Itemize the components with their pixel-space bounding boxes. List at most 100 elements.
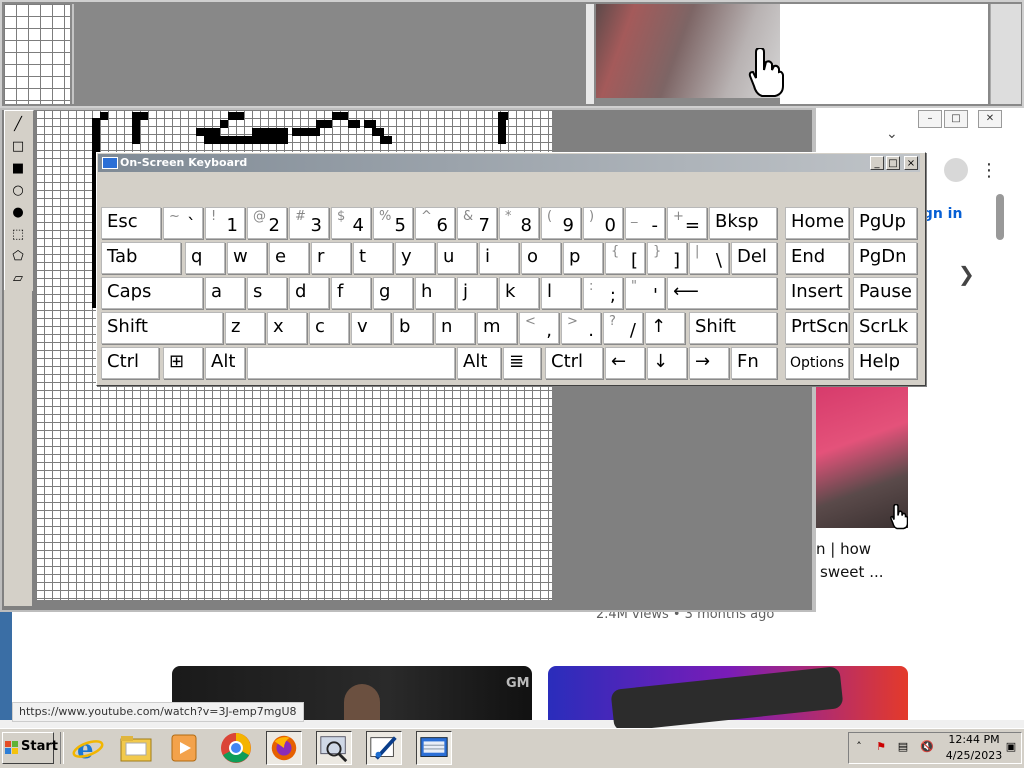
scrollbar[interactable]: [996, 194, 1004, 240]
osk-key-bksp[interactable]: Bksp: [709, 207, 777, 239]
osk-key-r[interactable]: r: [311, 242, 351, 274]
osk-key-z[interactable]: z: [225, 312, 265, 344]
osk-key-g[interactable]: g: [373, 277, 413, 309]
osk-key-8[interactable]: * 8: [499, 207, 539, 239]
minimize-icon[interactable]: –: [918, 110, 942, 128]
osk-key-symbol[interactable]: + =: [667, 207, 707, 239]
osk-key-b[interactable]: b: [393, 312, 433, 344]
osk-key-insert[interactable]: Insert: [785, 277, 849, 309]
on-screen-keyboard-icon[interactable]: [416, 731, 452, 765]
osk-key-fn[interactable]: Fn: [731, 347, 777, 379]
file-explorer-icon[interactable]: [118, 731, 154, 765]
osk-key-caps[interactable]: Caps: [101, 277, 203, 309]
clock-time[interactable]: 12:44 PM: [944, 733, 1004, 746]
osk-key-1[interactable]: ! 1: [205, 207, 245, 239]
osk-key-shift[interactable]: Shift: [689, 312, 777, 344]
osk-key-home[interactable]: Home: [785, 207, 849, 239]
internet-explorer-icon[interactable]: e: [70, 731, 106, 765]
security-alert-icon[interactable]: ⚑: [874, 740, 888, 754]
close-icon[interactable]: ✕: [978, 110, 1002, 128]
osk-key-help[interactable]: Help: [853, 347, 917, 379]
osk-key-symbol[interactable]: ⊞: [163, 347, 203, 379]
osk-key-s[interactable]: s: [247, 277, 287, 309]
magnifier-icon[interactable]: [316, 731, 352, 765]
osk-key-symbol[interactable]: ~ `: [163, 207, 203, 239]
osk-key-t[interactable]: t: [353, 242, 393, 274]
tray-expand-icon[interactable]: ˄: [852, 740, 866, 754]
osk-key-n[interactable]: n: [435, 312, 475, 344]
osk-key-symbol[interactable]: " ': [625, 277, 665, 309]
osk-key-c[interactable]: c: [309, 312, 349, 344]
osk-key-i[interactable]: i: [479, 242, 519, 274]
osk-close-button[interactable]: ×: [904, 156, 918, 170]
osk-key-e[interactable]: e: [269, 242, 309, 274]
chevron-down-icon[interactable]: ⌄: [886, 126, 898, 142]
lasso-tool-icon[interactable]: ⬠: [7, 247, 29, 267]
osk-key-symbol[interactable]: ←: [605, 347, 645, 379]
osk-key-symbol[interactable]: _ -: [625, 207, 665, 239]
osk-key-2[interactable]: @2: [247, 207, 287, 239]
osk-key-key[interactable]: [247, 347, 455, 379]
osk-key-v[interactable]: v: [351, 312, 391, 344]
osk-key-symbol[interactable]: }]: [647, 242, 687, 274]
osk-key-pgdn[interactable]: PgDn: [853, 242, 917, 274]
chrome-icon[interactable]: [218, 731, 254, 765]
osk-key-shift[interactable]: Shift: [101, 312, 223, 344]
show-desktop-icon[interactable]: ▣: [1004, 740, 1018, 754]
osk-key-u[interactable]: u: [437, 242, 477, 274]
osk-key-h[interactable]: h: [415, 277, 455, 309]
osk-key-p[interactable]: p: [563, 242, 603, 274]
osk-key-7[interactable]: & 7: [457, 207, 497, 239]
paint-icon[interactable]: [366, 731, 402, 765]
osk-key-pgup[interactable]: PgUp: [853, 207, 917, 239]
osk-key-w[interactable]: w: [227, 242, 267, 274]
maximize-icon[interactable]: □: [944, 110, 968, 128]
eraser-tool-icon[interactable]: ▱: [7, 269, 29, 289]
osk-key-3[interactable]: #3: [289, 207, 329, 239]
osk-key-o[interactable]: o: [521, 242, 561, 274]
osk-key-symbol[interactable]: →: [689, 347, 729, 379]
osk-key-prtscn[interactable]: PrtScn: [785, 312, 849, 344]
osk-key-6[interactable]: ^ 6: [415, 207, 455, 239]
osk-key-ctrl[interactable]: Ctrl: [545, 347, 603, 379]
osk-key-symbol[interactable]: ↓: [647, 347, 687, 379]
volume-muted-icon[interactable]: 🔇: [920, 740, 934, 754]
chevron-right-icon[interactable]: ❯: [958, 262, 975, 286]
osk-key-symbol[interactable]: | \: [689, 242, 729, 274]
media-player-icon[interactable]: [166, 731, 202, 765]
osk-key-f[interactable]: f: [331, 277, 371, 309]
osk-key-pause[interactable]: Pause: [853, 277, 917, 309]
clock-date[interactable]: 4/25/2023: [944, 749, 1004, 762]
osk-key-x[interactable]: x: [267, 312, 307, 344]
osk-key-esc[interactable]: Esc: [101, 207, 161, 239]
osk-key-m[interactable]: m: [477, 312, 517, 344]
osk-key-scrlk[interactable]: ScrLk: [853, 312, 917, 344]
osk-key-symbol[interactable]: >.: [561, 312, 601, 344]
osk-key-y[interactable]: y: [395, 242, 435, 274]
osk-key-a[interactable]: a: [205, 277, 245, 309]
osk-key-end[interactable]: End: [785, 242, 849, 274]
osk-key-4[interactable]: $4: [331, 207, 371, 239]
osk-key-q[interactable]: q: [185, 242, 225, 274]
select-tool-icon[interactable]: ⬚: [7, 225, 29, 245]
avatar[interactable]: [944, 158, 968, 182]
filled-ellipse-tool-icon[interactable]: ●: [7, 203, 29, 223]
osk-key-d[interactable]: d: [289, 277, 329, 309]
osk-key-del[interactable]: Del: [731, 242, 777, 274]
osk-maximize-button[interactable]: □: [886, 156, 900, 170]
osk-key-symbol[interactable]: ≣: [503, 347, 541, 379]
filled-rectangle-tool-icon[interactable]: ■: [7, 159, 29, 179]
osk-key-k[interactable]: k: [499, 277, 539, 309]
osk-key-symbol[interactable]: :;: [583, 277, 623, 309]
rectangle-tool-icon[interactable]: □: [7, 137, 29, 157]
osk-key-symbol[interactable]: {[: [605, 242, 645, 274]
more-options-icon[interactable]: ⋮: [980, 160, 998, 181]
osk-key-options[interactable]: Options: [785, 347, 849, 379]
firefox-icon[interactable]: [266, 731, 302, 765]
osk-key-9[interactable]: (9: [541, 207, 581, 239]
video-title-cont[interactable]: sweet ...: [820, 563, 884, 581]
line-tool-icon[interactable]: ╱: [7, 115, 29, 135]
osk-key-0[interactable]: ) 0: [583, 207, 623, 239]
ellipse-tool-icon[interactable]: ○: [7, 181, 29, 201]
osk-key-symbol[interactable]: ⟵: [667, 277, 777, 309]
